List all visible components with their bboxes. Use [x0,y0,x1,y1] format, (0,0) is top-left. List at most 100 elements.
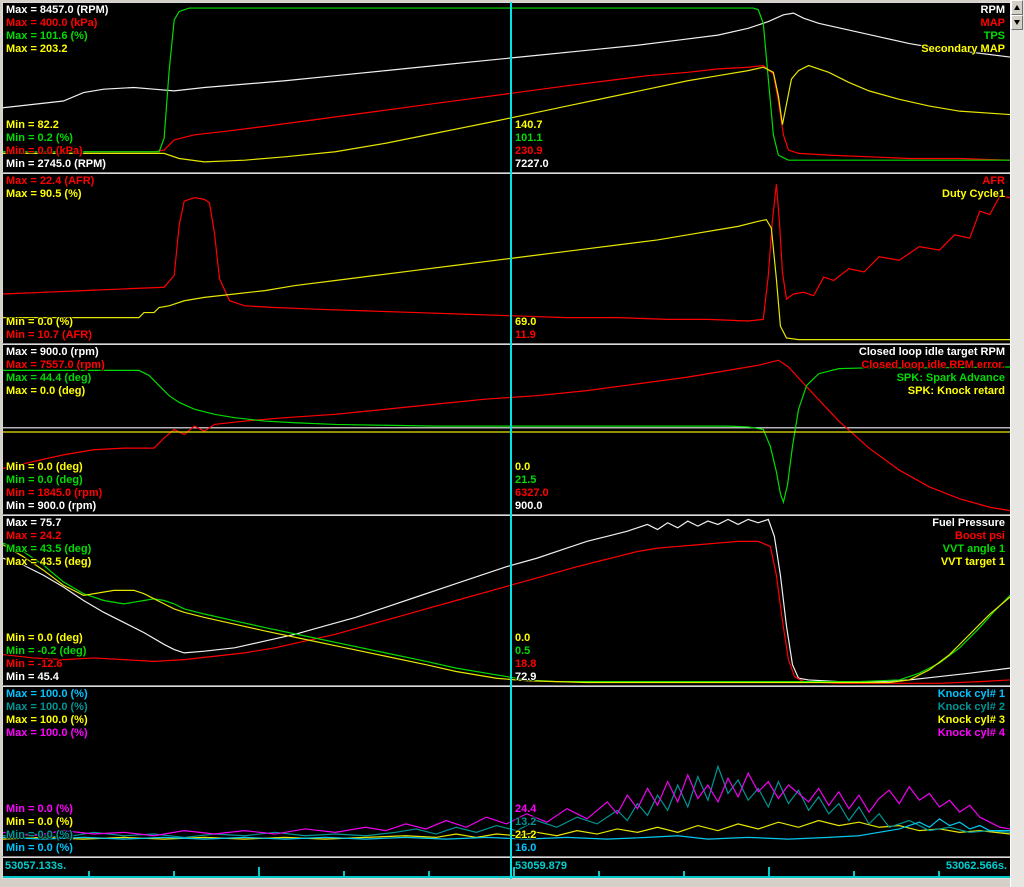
timeline-tick [258,867,260,876]
plot-canvas[interactable] [3,687,1010,856]
legend-item: AFR [982,175,1005,187]
down-arrow-icon [1014,20,1020,25]
legend-item: Duty Cycle1 [942,188,1005,200]
cursor-values: 69.0 11.9 [515,316,536,342]
max-label: Max = 8457.0 (RPM) [6,4,109,16]
cursor-value: 230.9 [515,145,543,157]
max-labels: Max = 900.0 (rpm) Max = 7557.0 (rpm) Max =… [6,346,105,398]
min-label: Min = 82.2 [6,119,59,131]
min-label: Min = 0.0 (%) [6,829,73,841]
timeline-tick [173,871,175,876]
legend: Closed loop idle target RPM Closed loop i… [859,346,1005,398]
timeline-end-time: 53062.566s. [945,860,1007,872]
max-label: Max = 100.0 (%) [6,727,88,739]
scroll-up-button[interactable] [1011,0,1023,15]
chart-panel-idle-spark[interactable]: Max = 900.0 (rpm) Max = 7557.0 (rpm) Max =… [2,344,1011,515]
min-labels: Min = 0.0 (deg) Min = 0.0 (deg) Min = 1845… [6,461,102,513]
legend: Knock cyl# 1 Knock cyl# 2 Knock cyl# 3 Knoc… [938,688,1005,740]
cursor-value: 101.1 [515,132,543,144]
timeline-tick [88,871,90,876]
timeline-start-time: 53057.133s. [5,860,67,872]
legend-item: Secondary MAP [921,43,1005,55]
plot-canvas[interactable] [3,516,1010,685]
timeline-tick [938,871,940,876]
legend-item: Knock cyl# 4 [937,727,1005,739]
timeline-axis [3,876,1010,878]
cursor-value: 13.2 [515,816,537,828]
max-labels: Max = 75.7 Max = 24.2 Max = 43.5 (deg) Max … [6,517,91,569]
min-label: Min = -0.2 (deg) [6,645,87,657]
legend: AFR Duty Cycle1 [942,175,1005,201]
cursor-value: 18.8 [515,658,537,670]
plot-canvas[interactable] [3,3,1010,172]
timeline-tick [598,871,600,876]
timeline-cursor-time: 53059.879 [515,860,567,872]
max-label: Max = 900.0 (rpm) [6,346,99,358]
max-label: Max = 203.2 [6,43,68,55]
min-label: Min = 0.0 (deg) [6,474,83,486]
series-knock-cyl-4 [3,773,1010,836]
cursor-values: 24.4 13.2 21.2 16.0 [515,803,536,855]
min-label: Min = 0.0 (%) [6,803,73,815]
legend-item: Knock cyl# 2 [937,701,1005,713]
min-label: Min = 0.0 (kPa) [6,145,83,157]
max-label: Max = 100.0 (%) [6,701,88,713]
series-boost-psi [3,541,1010,683]
series-knock-cyl-2 [3,766,1010,837]
min-labels: Min = 0.0 (%) Min = 0.0 (%) Min = 0.0 (%) M… [6,803,73,855]
legend-item: SPK: Spark Advance [896,372,1005,384]
plot-canvas[interactable] [3,174,1010,343]
min-labels: Min = 0.0 (%) Min = 10.7 (AFR) [6,316,92,342]
max-label: Max = 22.4 (AFR) [6,175,95,187]
legend-item: Closed loop idle RPM error. [861,359,1005,371]
max-label: Max = 100.0 (%) [6,714,88,726]
timeline-tick [683,871,685,876]
legend: RPM MAP TPS Secondary MAP [921,4,1005,56]
min-label: Min = 1845.0 (rpm) [6,487,103,499]
max-label: Max = 101.6 (%) [6,30,88,42]
max-label: Max = 24.2 [6,530,62,542]
cursor-values: 0.0 21.5 6327.0 900.0 [515,461,549,513]
cursor-value: 69.0 [515,316,537,328]
min-label: Min = 10.7 (AFR) [6,329,92,341]
cursor-value: 16.0 [515,842,537,854]
timeline-tick [428,871,430,876]
timeline-bar[interactable]: 53057.133s. 53059.879 53062.566s. [2,857,1011,879]
cursor-values: 140.7 101.1 230.9 7227.0 [515,119,549,171]
legend-item: VVT angle 1 [942,543,1005,555]
max-label: Max = 100.0 (%) [6,688,88,700]
scroll-down-button[interactable] [1011,15,1023,30]
chart-panel-fuel-vvt[interactable]: Max = 75.7 Max = 24.2 Max = 43.5 (deg) Max … [2,515,1011,686]
cursor-value: 140.7 [515,119,543,131]
max-label: Max = 7557.0 (rpm) [6,359,105,371]
vertical-scrollbar[interactable] [1010,0,1024,887]
max-label: Max = 43.5 (deg) [6,543,92,555]
min-label: Min = 900.0 (rpm) [6,500,97,512]
max-label: Max = 44.4 (deg) [6,372,92,384]
min-label: Min = 0.0 (%) [6,816,73,828]
cursor-value: 0.5 [515,645,531,657]
cursor-value: 72.9 [515,671,537,683]
min-label: Min = 2745.0 (RPM) [6,158,106,170]
legend-item: MAP [980,17,1005,29]
series-duty-cycle1 [3,220,1010,340]
max-label: Max = 43.5 (deg) [6,556,92,568]
series-tps [3,8,1010,160]
series-secondary-map [3,66,1010,162]
chart-panel-rpm-map-tps[interactable]: Max = 8457.0 (RPM) Max = 400.0 (kPa) Max =… [2,2,1011,173]
chart-panel-knock[interactable]: Max = 100.0 (%) Max = 100.0 (%) Max = 100.… [2,686,1011,857]
legend-item: Knock cyl# 3 [937,714,1005,726]
min-label: Min = 0.0 (deg) [6,632,83,644]
cursor-value: 900.0 [515,500,543,512]
timeline-tick [343,871,345,876]
min-labels: Min = 0.0 (deg) Min = -0.2 (deg) Min = -12… [6,632,86,684]
chart-panel-afr-duty[interactable]: Max = 22.4 (AFR) Max = 90.5 (%) Min = 0.0… [2,173,1011,344]
series-map [3,66,1010,161]
cursor-value: 7227.0 [515,158,549,170]
max-labels: Max = 100.0 (%) Max = 100.0 (%) Max = 100.… [6,688,88,740]
max-label: Max = 0.0 (deg) [6,385,86,397]
max-labels: Max = 22.4 (AFR) Max = 90.5 (%) [6,175,94,201]
legend-item: VVT target 1 [940,556,1005,568]
time-cursor[interactable] [510,2,512,879]
legend-item: Fuel Pressure [932,517,1005,529]
